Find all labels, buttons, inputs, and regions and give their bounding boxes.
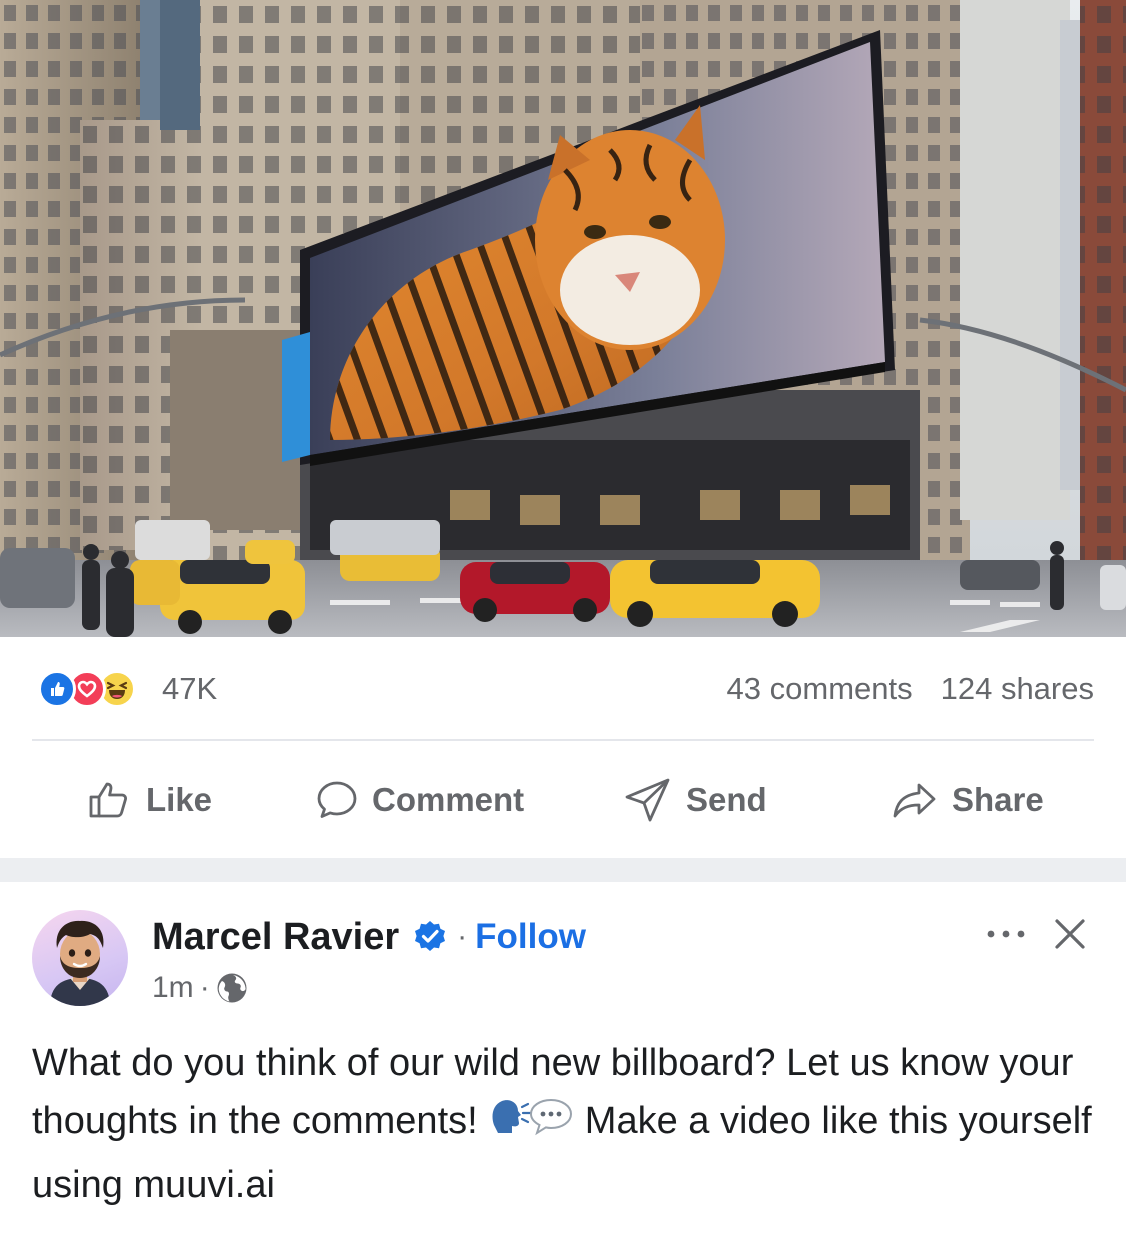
comment-button[interactable]: Comment — [316, 774, 524, 826]
cartoon-avatar-icon — [50, 920, 110, 1006]
follow-separator: · — [457, 920, 468, 953]
shares-count-link[interactable]: 124 shares — [941, 671, 1094, 707]
reaction-summary[interactable] — [38, 670, 136, 708]
post-timestamp[interactable]: 1m — [152, 971, 194, 1005]
share-arrow-icon — [893, 783, 936, 818]
speech-bubble-icon — [317, 781, 357, 818]
stats-divider — [32, 739, 1094, 741]
engagement-stats: 47K 43 comments 124 shares — [38, 660, 1094, 718]
close-button[interactable] — [1048, 912, 1092, 956]
post-body-text: What do you think of our wild new billbo… — [32, 1034, 1102, 1214]
close-icon — [1055, 919, 1085, 949]
speaking-head-speech-balloon-emoji — [488, 1095, 574, 1156]
like-reaction-icon — [38, 670, 76, 708]
tiger-billboard-city-photo — [0, 0, 1126, 637]
follow-button[interactable]: Follow — [475, 917, 586, 957]
author-line: Marcel Ravier · Follow — [152, 912, 586, 962]
timestamp-separator: · — [199, 971, 210, 1004]
share-button[interactable]: Share — [892, 774, 1044, 826]
share-label: Share — [952, 781, 1044, 818]
comment-label: Comment — [372, 781, 525, 818]
reaction-count[interactable]: 47K — [162, 671, 217, 707]
globe-icon — [216, 972, 248, 1004]
more-options-button[interactable] — [984, 914, 1028, 954]
send-button[interactable]: Send — [624, 774, 767, 826]
post-separator — [0, 858, 1126, 882]
author-name[interactable]: Marcel Ravier — [152, 916, 399, 959]
ellipsis-icon — [987, 930, 1025, 938]
verified-badge-icon — [413, 920, 447, 954]
avatar[interactable] — [32, 910, 128, 1006]
like-label: Like — [146, 781, 213, 818]
send-label: Send — [686, 781, 767, 818]
comments-count-link[interactable]: 43 comments — [727, 671, 913, 707]
like-button[interactable]: Like — [88, 774, 212, 826]
thumbs-up-icon — [89, 782, 127, 818]
post-meta: 1m · — [152, 966, 248, 1010]
post-media-image[interactable] — [0, 0, 1126, 637]
post-action-bar: Like Comment Send Share — [32, 748, 1094, 852]
paper-plane-icon — [625, 778, 670, 822]
